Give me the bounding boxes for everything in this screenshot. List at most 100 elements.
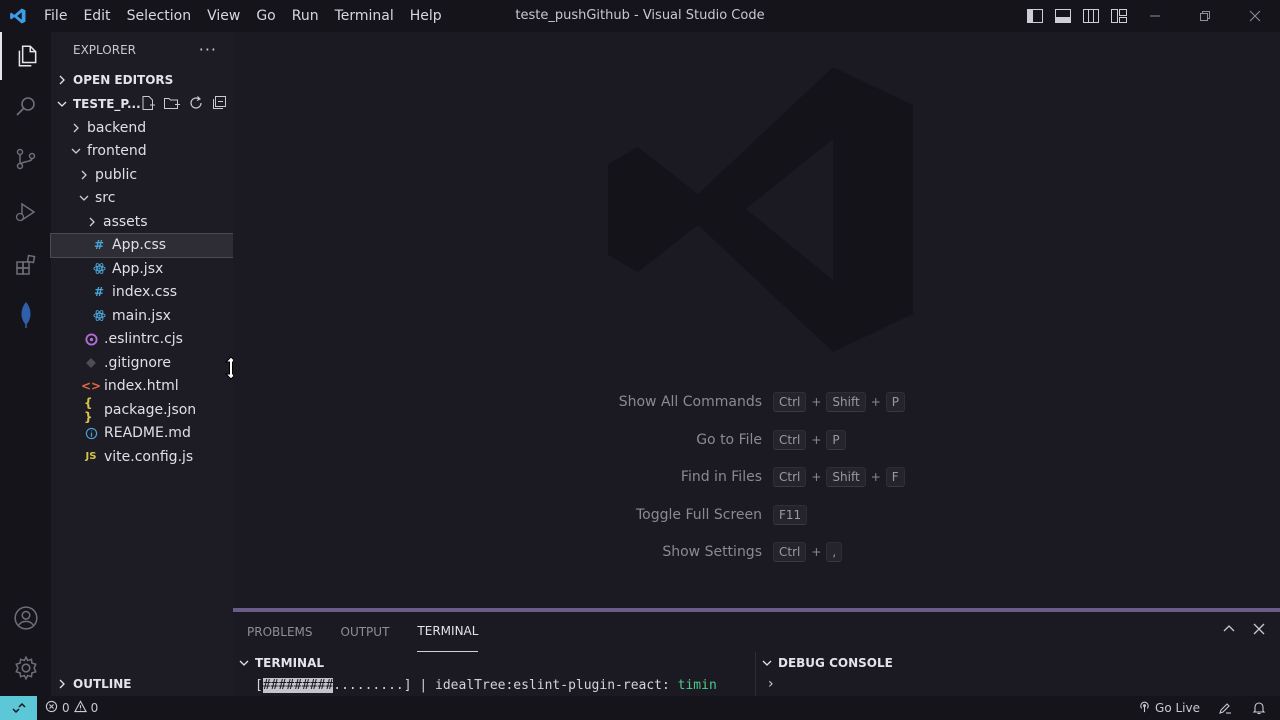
menu-go[interactable]: Go (248, 0, 283, 32)
menu-run[interactable]: Run (284, 0, 327, 32)
search-icon[interactable] (0, 82, 51, 130)
collapse-all-icon[interactable] (211, 95, 227, 114)
toggle-primary-sidebar-icon[interactable] (1026, 7, 1044, 25)
customize-layout-icon[interactable] (1110, 7, 1128, 25)
outline-section[interactable]: OUTLINE (51, 672, 233, 696)
feedback-icon[interactable] (1218, 701, 1232, 715)
tree-folder[interactable]: backend (51, 116, 233, 140)
accounts-icon[interactable] (0, 594, 51, 642)
file-tree: backend frontend public src assets # App.css Ap… (50, 116, 234, 469)
tab-problems[interactable]: PROBLEMS (247, 612, 313, 652)
chevron-right-icon (69, 123, 83, 133)
menu-edit[interactable]: Edit (75, 0, 118, 32)
tree-item-label: README.md (104, 425, 191, 442)
notifications-bell-icon[interactable] (1252, 701, 1266, 715)
project-name: TESTE_P... (73, 97, 141, 111)
project-section[interactable]: TESTE_P... (51, 92, 233, 116)
toggle-secondary-sidebar-icon[interactable] (1082, 7, 1100, 25)
json-file-icon: { } (84, 395, 93, 424)
close-window-icon[interactable] (1230, 0, 1280, 32)
keyboard-key: Shift (826, 467, 866, 487)
warning-count: 0 (90, 701, 99, 715)
shortcut-label: Show All Commands (618, 394, 762, 410)
shortcut-keys: F11 (773, 505, 808, 525)
menu-view[interactable]: View (199, 0, 248, 32)
keyboard-key: Ctrl (773, 430, 807, 450)
chevron-right-icon (85, 217, 99, 227)
tree-item-label: index.html (104, 378, 179, 395)
tree-file[interactable]: App.jsx (51, 257, 233, 281)
menu-bar: File Edit Selection View Go Run Terminal Help (36, 0, 450, 32)
css-file-icon: # (93, 285, 105, 300)
terminal-output-line: [#########.........] | idealTree:eslint-… (255, 678, 717, 693)
explorer-icon[interactable] (0, 32, 51, 80)
tree-file[interactable]: # App.css (50, 232, 234, 258)
tree-file[interactable]: README.md (51, 422, 233, 446)
tree-item-label: package.json (104, 401, 197, 418)
eslint-file-icon (84, 333, 98, 346)
vscode-logo-icon (0, 0, 36, 32)
keyboard-key: , (826, 542, 843, 562)
tree-item-label: frontend (87, 143, 147, 160)
tree-folder[interactable]: public (51, 163, 233, 187)
terminal-pane[interactable]: TERMINAL [#########.........] | idealTre… (233, 652, 755, 696)
warning-icon (73, 700, 87, 716)
menu-terminal[interactable]: Terminal (327, 0, 402, 32)
tree-file[interactable]: # index.css (51, 281, 233, 305)
restore-icon[interactable] (1180, 0, 1230, 32)
menu-selection[interactable]: Selection (119, 0, 200, 32)
explorer-title: EXPLORER (73, 43, 136, 57)
debug-console-pane[interactable]: DEBUG CONSOLE › (755, 652, 1280, 696)
tree-file[interactable]: <> index.html (51, 375, 233, 399)
settings-gear-icon[interactable] (0, 644, 51, 692)
debug-prompt[interactable]: › (768, 676, 774, 692)
keyboard-key: Ctrl (773, 542, 807, 562)
tree-file[interactable]: main.jsx (51, 304, 233, 328)
tab-terminal[interactable]: TERMINAL (417, 612, 479, 652)
git-file-icon (84, 357, 98, 369)
terminal-status-text: timin (677, 678, 717, 693)
close-panel-icon[interactable] (1252, 622, 1266, 640)
source-control-icon[interactable] (0, 135, 51, 183)
tab-output[interactable]: OUTPUT (341, 612, 390, 652)
tree-file[interactable]: .eslintrc.cjs (51, 328, 233, 352)
keyboard-key: F11 (773, 505, 808, 525)
tree-file[interactable]: .gitignore (51, 351, 233, 375)
run-debug-icon[interactable] (0, 188, 51, 236)
extensions-icon[interactable] (0, 241, 51, 289)
keyboard-key: Ctrl (773, 467, 807, 487)
maximize-panel-icon[interactable] (1222, 622, 1236, 640)
mongodb-leaf-icon[interactable] (0, 291, 51, 339)
menu-help[interactable]: Help (402, 0, 450, 32)
refresh-icon[interactable] (188, 95, 204, 114)
tree-item-label: .gitignore (104, 354, 171, 371)
more-actions-icon[interactable]: ··· (199, 40, 217, 59)
go-live-button[interactable]: Go Live (1138, 700, 1200, 716)
open-editors-section[interactable]: OPEN EDITORS (51, 68, 233, 92)
tree-file[interactable]: JS vite.config.js (51, 445, 233, 469)
shortcut-row: Show All Commands Ctrl + Shift + P (233, 390, 1280, 414)
html-file-icon: <> (80, 379, 102, 394)
new-folder-icon[interactable] (163, 95, 181, 114)
tree-item-label: assets (103, 213, 148, 230)
tree-folder[interactable]: src (51, 187, 233, 211)
key-separator: + (870, 470, 881, 484)
new-file-icon[interactable] (140, 95, 156, 114)
keyboard-key: F (885, 467, 905, 487)
error-count: 0 (62, 701, 70, 715)
chevron-right-icon (51, 679, 73, 689)
tree-file[interactable]: { } package.json (51, 395, 233, 424)
activity-bar (0, 32, 51, 696)
problems-status[interactable]: 0 0 (45, 700, 98, 716)
tree-folder[interactable]: frontend (51, 140, 233, 164)
tree-item-label: App.jsx (112, 260, 164, 277)
menu-file[interactable]: File (36, 0, 75, 32)
tree-folder[interactable]: assets (51, 210, 233, 234)
remote-indicator-icon[interactable] (0, 696, 37, 720)
toggle-panel-icon[interactable] (1054, 7, 1072, 25)
tree-item-label: vite.config.js (104, 448, 194, 465)
minimize-icon[interactable] (1130, 0, 1180, 32)
chevron-right-icon (77, 170, 91, 180)
shortcut-keys: Ctrl + P (773, 430, 846, 450)
terminal-title: TERMINAL (255, 656, 325, 670)
